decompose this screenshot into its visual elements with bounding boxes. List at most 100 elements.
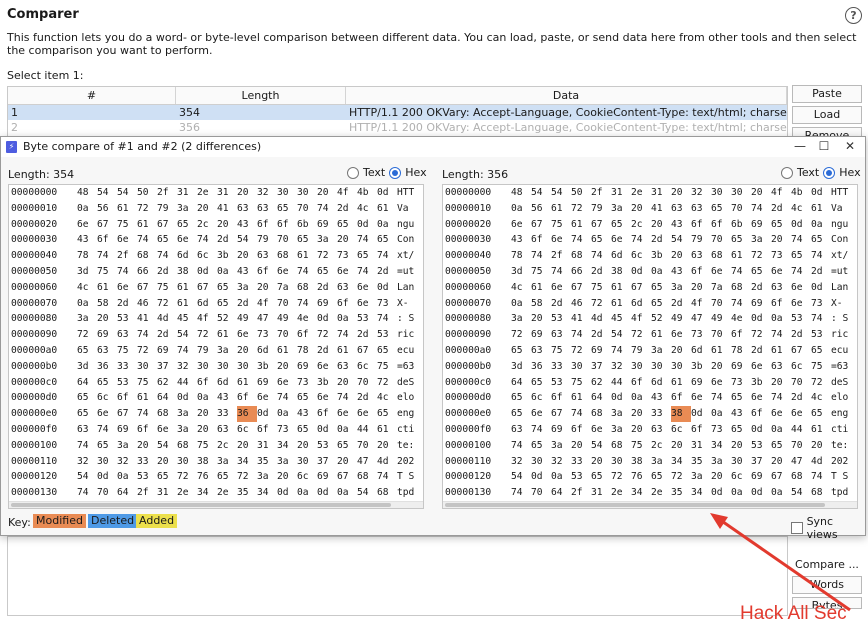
hex-byte[interactable]: 69 [117,422,137,438]
hex-byte[interactable]: 74 [791,232,811,248]
hex-byte[interactable]: 20 [671,343,691,359]
hex-byte[interactable]: 2d [551,296,571,312]
hex-byte[interactable]: 53 [377,327,397,343]
hex-byte[interactable]: 70 [277,296,297,312]
hex-byte[interactable]: 2d [671,296,691,312]
hex-byte[interactable]: 6f [731,327,751,343]
hex-byte[interactable]: 30 [671,359,691,375]
hex-byte[interactable]: 67 [771,469,791,485]
hex-byte[interactable]: 2c [197,217,217,233]
hex-byte[interactable]: 0a [511,296,531,312]
hex-byte[interactable]: 75 [571,375,591,391]
hex-row[interactable]: 00000020 6e 67 75 61 67 65 2c 20 43 6f 6f 6b 69 65 0d 0a… [9,217,423,233]
hex-byte[interactable]: 34 [691,485,711,501]
hex-byte[interactable]: 3a [77,311,97,327]
hex-byte[interactable]: 74 [531,248,551,264]
hex-byte[interactable]: 74 [357,264,377,280]
hex-byte[interactable]: 3a [257,469,277,485]
hex-byte[interactable]: 20 [671,438,691,454]
hex-byte[interactable]: 64 [157,390,177,406]
hex-row[interactable]: 00000070 0a 58 2d 46 72 61 6d 65 2d 4f 70 74 69 6f 6e 73… [443,296,857,312]
hex-byte[interactable]: 33 [571,454,591,470]
hex-byte[interactable]: 6e [751,390,771,406]
hex-byte[interactable]: 65 [377,232,397,248]
hex-byte[interactable]: 20 [731,438,751,454]
hex-byte[interactable]: 2d [591,264,611,280]
hex-byte[interactable]: 0a [731,485,751,501]
hex-byte[interactable]: 6d [177,248,197,264]
hex-byte[interactable]: 6e [711,375,731,391]
hex-byte[interactable]: 61 [137,217,157,233]
hex-row[interactable]: 000000e0 65 6e 67 74 68 3a 20 33 36 0d 0a 43 6f 6e 6e 65… [9,406,423,422]
hex-byte[interactable]: 37 [591,359,611,375]
hex-byte[interactable]: 20 [197,406,217,422]
hex-byte[interactable]: 20 [591,454,611,470]
hex-byte[interactable]: 79 [257,232,277,248]
hex-byte[interactable]: 43 [651,390,671,406]
hex-byte[interactable]: 75 [591,280,611,296]
hex-byte[interactable]: 43 [731,406,751,422]
hex-byte[interactable]: 0a [711,406,731,422]
hex-byte[interactable]: 41 [571,311,591,327]
hex-byte[interactable]: 6e [357,406,377,422]
hex-byte[interactable]: 0a [217,264,237,280]
hex-byte[interactable]: 74 [137,327,157,343]
hex-byte[interactable]: 0a [771,311,791,327]
column-header-number[interactable]: # [8,87,176,104]
hex-byte[interactable]: 20 [631,406,651,422]
hex-byte[interactable]: 2d [357,327,377,343]
hex-byte[interactable]: 0d [377,280,397,296]
hex-byte[interactable]: 37 [751,454,771,470]
hex-byte[interactable]: 0d [257,406,277,422]
hex-byte[interactable]: 20 [691,280,711,296]
hex-byte[interactable]: 68 [277,248,297,264]
table-row[interactable]: 1 354 HTTP/1.1 200 OKVary: Accept-Langua… [8,105,787,120]
hex-byte[interactable]: 31 [257,438,277,454]
hex-byte[interactable]: 74 [571,406,591,422]
hex-byte[interactable]: 6d [611,248,631,264]
hex-byte[interactable]: 6c [97,390,117,406]
hex-byte[interactable]: 61 [671,375,691,391]
hex-byte[interactable]: 78 [297,343,317,359]
hex-byte[interactable]: 69 [531,327,551,343]
hex-byte[interactable]: 20 [217,217,237,233]
hex-byte[interactable]: 68 [297,280,317,296]
hex-byte[interactable]: 4b [791,185,811,201]
hex-byte[interactable]: 20 [811,438,831,454]
hex-byte[interactable]: 74 [317,201,337,217]
hex-byte[interactable]: 30 [297,185,317,201]
hex-byte[interactable]: 65 [511,390,531,406]
hex-byte[interactable]: 54 [591,438,611,454]
hex-byte[interactable]: 65 [377,343,397,359]
hex-byte[interactable]: 4f [337,185,357,201]
hex-byte[interactable]: 72 [317,327,337,343]
hex-byte[interactable]: 6c [297,469,317,485]
hex-byte[interactable]: 62 [157,375,177,391]
hex-byte[interactable]: 6e [117,232,137,248]
hex-byte[interactable]: 61 [97,280,117,296]
hex-row[interactable]: 000000a0 65 63 75 72 69 74 79 3a 20 6d 61 78 2d 61 67 65… [443,343,857,359]
hex-byte[interactable]: 65 [157,232,177,248]
hex-byte[interactable]: 69 [257,375,277,391]
hex-byte[interactable]: 70 [731,201,751,217]
hex-byte[interactable]: 20 [257,280,277,296]
hex-row[interactable]: 000000b0 3d 36 33 30 37 32 30 30 30 3b 20 69 6e 63 6c 75… [443,359,857,375]
hex-byte[interactable]: 0a [771,485,791,501]
hex-byte[interactable]: 72 [571,201,591,217]
hex-byte[interactable]: 6d [197,296,217,312]
hex-byte[interactable]: 4d [811,454,831,470]
hex-byte[interactable]: 6e [791,406,811,422]
hex-byte[interactable]: 2d [591,327,611,343]
hex-byte[interactable]: 0d [631,264,651,280]
hex-byte[interactable]: 3a [551,438,571,454]
hex-byte[interactable]: 30 [571,359,591,375]
hex-byte[interactable]: 63 [257,248,277,264]
hex-byte[interactable]: 20 [377,438,397,454]
left-horizontal-scrollbar[interactable] [9,501,423,508]
hex-byte[interactable]: 63 [691,248,711,264]
hex-byte[interactable]: 61 [117,201,137,217]
hex-byte[interactable]: 2f [551,248,571,264]
hex-byte[interactable]: 6e [117,280,137,296]
hex-byte[interactable]: 20 [237,343,257,359]
hex-byte[interactable]: 20 [671,185,691,201]
